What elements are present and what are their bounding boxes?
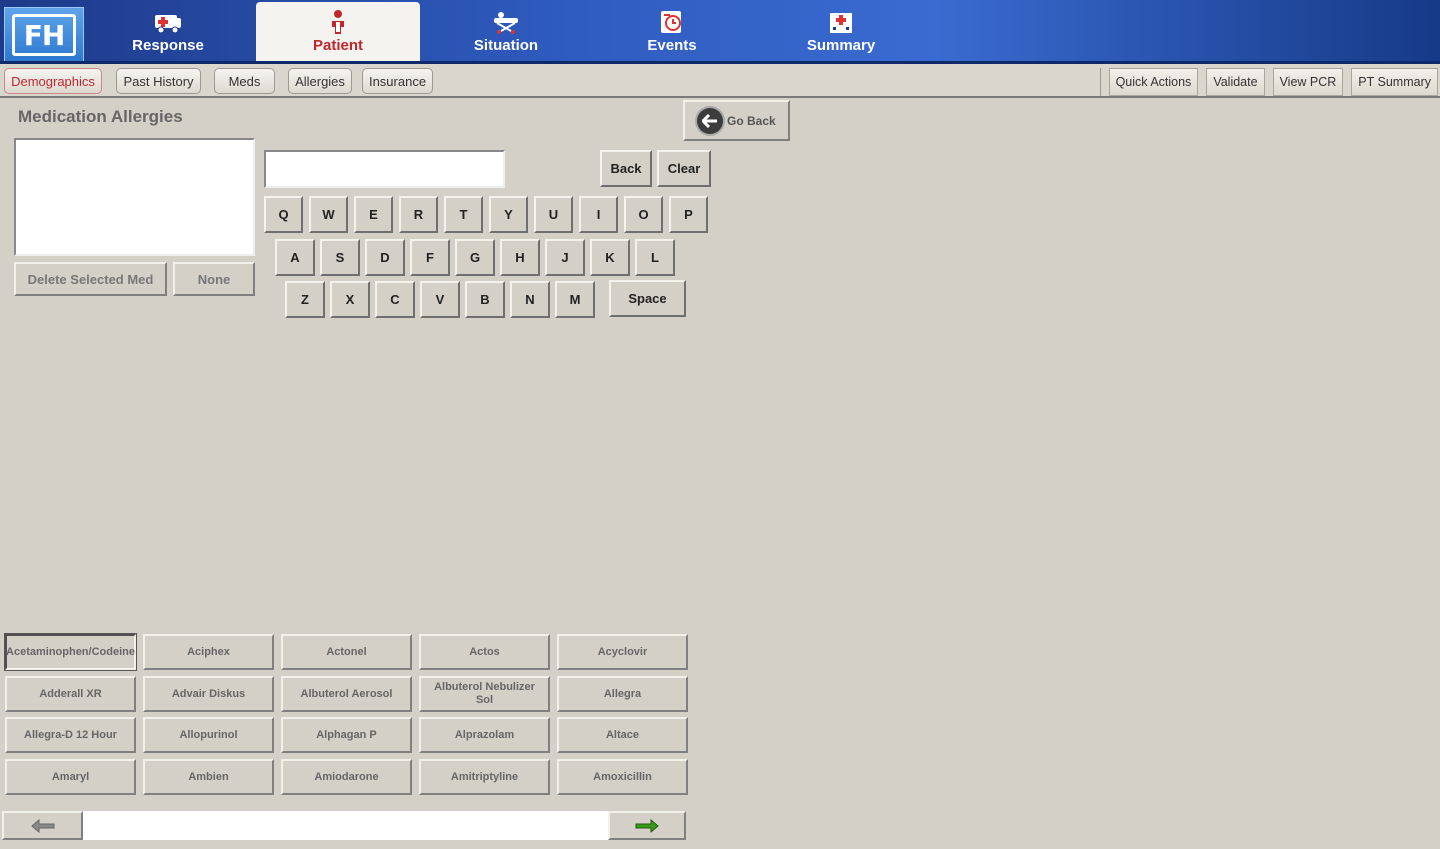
tab-patient[interactable]: Patient [256, 2, 420, 64]
keyboard-key-w[interactable]: W [309, 196, 348, 233]
keyboard-key-u[interactable]: U [534, 196, 573, 233]
right-arrow-icon [635, 818, 659, 833]
keyboard-key-y[interactable]: Y [489, 196, 528, 233]
med-pager [2, 811, 686, 840]
med-button-actos[interactable]: Actos [419, 634, 550, 670]
patient-icon [332, 10, 344, 34]
keyboard-key-x[interactable]: X [330, 281, 370, 318]
subtab-demographics[interactable]: Demographics [4, 68, 102, 94]
med-button-alphagan-p[interactable]: Alphagan P [281, 717, 412, 753]
tab-summary[interactable]: Summary [798, 0, 884, 64]
keyboard-space-key[interactable]: Space [609, 280, 686, 317]
keyboard-key-e[interactable]: E [354, 196, 393, 233]
clock-clipboard-icon [661, 11, 681, 33]
tab-situation-label: Situation [473, 37, 539, 54]
left-arrow-icon [30, 818, 54, 833]
med-button-ambien[interactable]: Ambien [143, 759, 274, 795]
keyboard-key-n[interactable]: N [510, 281, 550, 318]
tab-situation[interactable]: Situation [460, 0, 552, 64]
med-button-amaryl[interactable]: Amaryl [5, 759, 136, 795]
logo-text: FH [12, 14, 76, 56]
keyboard-key-d[interactable]: D [365, 239, 405, 276]
med-button-alprazolam[interactable]: Alprazolam [419, 717, 550, 753]
keyboard-key-g[interactable]: G [455, 239, 495, 276]
none-button[interactable]: None [173, 262, 255, 296]
subtab-allergies[interactable]: Allergies [288, 68, 352, 94]
keyboard-key-r[interactable]: R [399, 196, 438, 233]
keyboard-key-q[interactable]: Q [264, 196, 303, 233]
keyboard-clear-key[interactable]: Clear [657, 150, 711, 187]
tab-summary-label: Summary [806, 37, 876, 54]
med-button-aciphex[interactable]: Aciphex [143, 634, 274, 670]
keyboard-key-z[interactable]: Z [285, 281, 325, 318]
quick-actions-button[interactable]: Quick Actions [1108, 68, 1199, 96]
keyboard-key-i[interactable]: I [579, 196, 618, 233]
view-pcr-button[interactable]: View PCR [1272, 68, 1344, 96]
tab-response[interactable]: Response [120, 0, 216, 64]
keyboard-key-a[interactable]: A [275, 239, 315, 276]
tab-events-label: Events [647, 37, 697, 54]
med-button-albuterol-aerosol[interactable]: Albuterol Aerosol [281, 676, 412, 712]
med-button-acyclovir[interactable]: Acyclovir [557, 634, 688, 670]
previous-page-button[interactable] [2, 811, 83, 840]
next-page-button[interactable] [608, 811, 686, 840]
med-button-advair-diskus[interactable]: Advair Diskus [143, 676, 274, 712]
go-back-button[interactable]: Go Back [683, 100, 790, 141]
pt-summary-button[interactable]: PT Summary [1351, 68, 1438, 96]
med-button-albuterol-nebulizer-sol[interactable]: Albuterol Nebulizer Sol [419, 676, 550, 712]
action-buttons: Quick Actions Validate View PCR PT Summa… [1099, 68, 1438, 96]
med-button-actonel[interactable]: Actonel [281, 634, 412, 670]
tab-events[interactable]: Events [636, 0, 708, 64]
keyboard-key-v[interactable]: V [420, 281, 460, 318]
keyboard-key-h[interactable]: H [500, 239, 540, 276]
stretcher-icon [494, 12, 518, 34]
keyboard-key-b[interactable]: B [465, 281, 505, 318]
med-button-amitriptyline[interactable]: Amitriptyline [419, 759, 550, 795]
med-button-adderall-xr[interactable]: Adderall XR [5, 676, 136, 712]
keyboard-key-l[interactable]: L [635, 239, 675, 276]
section-title: Medication Allergies [18, 107, 183, 126]
subtab-meds[interactable]: Meds [214, 68, 275, 94]
keyboard-key-t[interactable]: T [444, 196, 483, 233]
med-button-allegra[interactable]: Allegra [557, 676, 688, 712]
med-button-altace[interactable]: Altace [557, 717, 688, 753]
keyboard-key-j[interactable]: J [545, 239, 585, 276]
subtab-insurance[interactable]: Insurance [362, 68, 433, 94]
subtab-past-history[interactable]: Past History [116, 68, 201, 94]
selected-allergies-list[interactable] [14, 138, 255, 256]
keyboard-key-f[interactable]: F [410, 239, 450, 276]
tab-patient-label: Patient [312, 37, 363, 54]
med-button-allegra-d-12-hour[interactable]: Allegra-D 12 Hour [5, 717, 136, 753]
keyboard-key-m[interactable]: M [555, 281, 595, 318]
keyboard-key-s[interactable]: S [320, 239, 360, 276]
keyboard-key-k[interactable]: K [590, 239, 630, 276]
pager-track[interactable] [83, 811, 608, 840]
top-navigation-bar: FH Response Patient Situation Events Sum… [0, 0, 1440, 64]
sub-navigation-bar: Demographics Past History Meds Allergies… [0, 64, 1440, 98]
go-back-label: Go Back [727, 113, 776, 128]
delete-selected-med-button[interactable]: Delete Selected Med [14, 262, 167, 296]
hospital-icon [830, 13, 852, 33]
med-button-acetaminophen-codeine[interactable]: Acetaminophen/Codeine [4, 633, 137, 671]
search-input[interactable] [264, 150, 505, 188]
app-logo: FH [4, 7, 84, 63]
keyboard-key-c[interactable]: C [375, 281, 415, 318]
keyboard-key-o[interactable]: O [624, 196, 663, 233]
keyboard-back-key[interactable]: Back [600, 150, 652, 187]
ambulance-icon [155, 15, 181, 34]
med-button-amoxicillin[interactable]: Amoxicillin [557, 759, 688, 795]
med-button-allopurinol[interactable]: Allopurinol [143, 717, 274, 753]
keyboard-key-p[interactable]: P [669, 196, 708, 233]
tab-response-label: Response [132, 37, 204, 54]
validate-button[interactable]: Validate [1206, 68, 1265, 96]
back-arrow-icon [697, 107, 723, 134]
med-button-amiodarone[interactable]: Amiodarone [281, 759, 412, 795]
